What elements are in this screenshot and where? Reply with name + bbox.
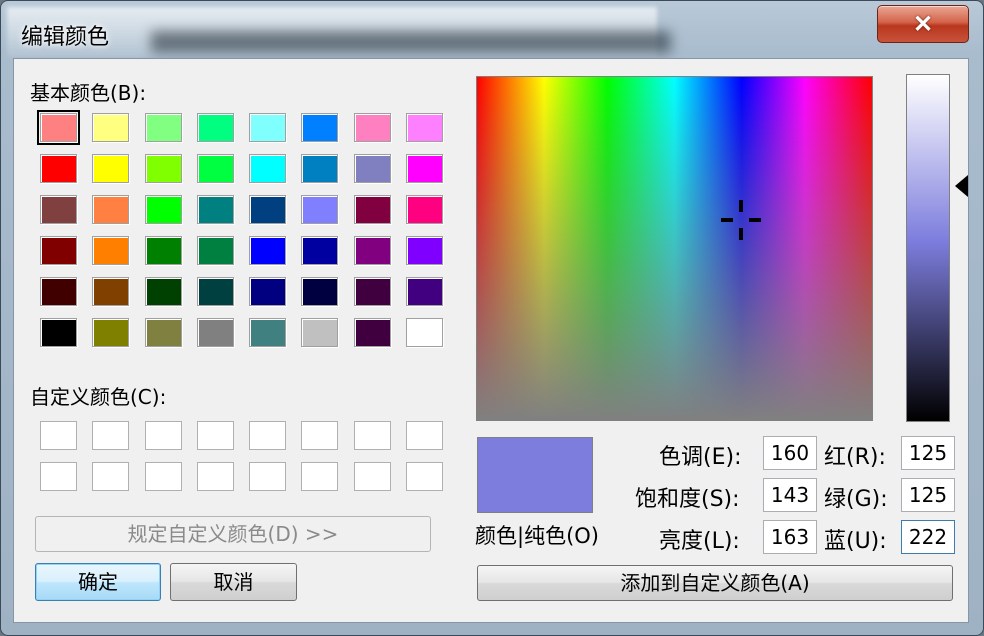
basic-color-swatch[interactable] xyxy=(40,195,77,224)
close-icon: ✕ xyxy=(912,11,934,38)
green-field[interactable]: 125 xyxy=(901,478,955,512)
custom-color-swatch[interactable] xyxy=(196,421,234,450)
basic-color-swatch[interactable] xyxy=(353,277,391,306)
basic-color-swatch[interactable] xyxy=(144,113,182,142)
basic-color-swatch[interactable] xyxy=(353,154,391,183)
basic-color-swatch[interactable] xyxy=(353,236,391,265)
custom-color-swatch[interactable] xyxy=(249,462,287,491)
basic-color-swatch[interactable] xyxy=(37,110,80,145)
add-to-custom-colors-button[interactable]: 添加到自定义颜色(A) xyxy=(477,565,953,601)
basic-color-swatch[interactable] xyxy=(92,318,130,347)
basic-color-swatch[interactable] xyxy=(301,154,339,183)
window-title: 编辑颜色 xyxy=(21,25,110,50)
basic-color-swatch[interactable] xyxy=(301,195,339,224)
basic-color-swatch[interactable] xyxy=(249,277,287,306)
basic-color-swatch[interactable] xyxy=(144,318,182,347)
custom-colors-grid xyxy=(37,417,447,498)
basic-color-swatch[interactable] xyxy=(353,318,391,347)
dialog-client-area: 基本颜色(B): 自定义颜色(C): 规定自定义颜色(D) >> 确定 取消 颜… xyxy=(13,58,969,623)
cancel-button[interactable]: 取消 xyxy=(170,563,297,601)
basic-color-swatch[interactable] xyxy=(406,113,444,142)
basic-color-swatch[interactable] xyxy=(40,277,77,306)
basic-color-swatch[interactable] xyxy=(144,154,182,183)
custom-color-swatch[interactable] xyxy=(249,421,287,450)
saturation-field[interactable]: 143 xyxy=(763,478,817,512)
hue-field[interactable]: 160 xyxy=(763,436,817,470)
basic-color-swatch[interactable] xyxy=(406,154,444,183)
custom-color-swatch[interactable] xyxy=(406,421,444,450)
edit-color-dialog: 编辑颜色 ✕ 基本颜色(B): 自定义颜色(C): 规定自定义颜色(D) >> … xyxy=(0,0,984,636)
basic-color-swatch[interactable] xyxy=(249,154,287,183)
luminance-slider[interactable] xyxy=(906,74,950,422)
custom-color-swatch[interactable] xyxy=(40,421,77,450)
basic-color-swatch[interactable] xyxy=(196,277,234,306)
red-label: 红(R): xyxy=(824,445,886,470)
luminance-field[interactable]: 163 xyxy=(763,520,817,554)
custom-color-swatch[interactable] xyxy=(144,421,182,450)
basic-color-swatch[interactable] xyxy=(40,154,77,183)
basic-color-swatch[interactable] xyxy=(249,113,287,142)
blue-field[interactable]: 222 xyxy=(901,520,955,554)
basic-color-swatch[interactable] xyxy=(353,113,391,142)
basic-color-swatch[interactable] xyxy=(406,277,444,306)
red-field[interactable]: 125 xyxy=(901,436,955,470)
luminance-label: 亮度(L): xyxy=(659,529,740,554)
basic-color-swatch[interactable] xyxy=(196,318,234,347)
custom-color-swatch[interactable] xyxy=(301,421,339,450)
color-preview xyxy=(477,437,593,513)
title-bar-background-blur xyxy=(151,31,671,53)
basic-color-swatch[interactable] xyxy=(92,113,130,142)
luminance-arrow-icon[interactable] xyxy=(955,175,968,197)
color-spectrum[interactable] xyxy=(476,76,873,421)
hue-label: 色调(E): xyxy=(659,445,742,470)
basic-color-swatch[interactable] xyxy=(406,318,444,347)
basic-color-swatch[interactable] xyxy=(40,236,77,265)
basic-color-swatch[interactable] xyxy=(196,195,234,224)
custom-color-swatch[interactable] xyxy=(196,462,234,491)
basic-color-swatch[interactable] xyxy=(301,236,339,265)
custom-colors-label: 自定义颜色(C): xyxy=(30,385,167,409)
custom-color-swatch[interactable] xyxy=(353,421,391,450)
saturation-label: 饱和度(S): xyxy=(635,487,740,512)
basic-color-swatch[interactable] xyxy=(301,113,339,142)
blue-label: 蓝(U): xyxy=(824,529,887,554)
basic-colors-label: 基本颜色(B): xyxy=(30,81,147,105)
basic-color-swatch[interactable] xyxy=(406,236,444,265)
basic-color-swatch[interactable] xyxy=(249,236,287,265)
basic-color-swatch[interactable] xyxy=(249,318,287,347)
basic-color-swatch[interactable] xyxy=(144,195,182,224)
basic-color-swatch[interactable] xyxy=(92,154,130,183)
basic-color-swatch[interactable] xyxy=(196,113,234,142)
basic-colors-grid xyxy=(37,109,447,354)
close-button[interactable]: ✕ xyxy=(877,5,969,43)
basic-color-swatch[interactable] xyxy=(92,195,130,224)
color-solid-label: 颜色|纯色(O) xyxy=(475,524,599,548)
basic-color-swatch[interactable] xyxy=(92,277,130,306)
crosshair-icon xyxy=(721,200,761,240)
custom-color-swatch[interactable] xyxy=(353,462,391,491)
basic-color-swatch[interactable] xyxy=(249,195,287,224)
basic-color-swatch[interactable] xyxy=(196,236,234,265)
basic-color-swatch[interactable] xyxy=(92,236,130,265)
define-custom-colors-button[interactable]: 规定自定义颜色(D) >> xyxy=(35,516,431,552)
custom-color-swatch[interactable] xyxy=(144,462,182,491)
custom-color-swatch[interactable] xyxy=(40,462,77,491)
basic-color-swatch[interactable] xyxy=(301,318,339,347)
basic-color-swatch[interactable] xyxy=(353,195,391,224)
green-label: 绿(G): xyxy=(824,487,888,512)
basic-color-swatch[interactable] xyxy=(144,236,182,265)
basic-color-swatch[interactable] xyxy=(144,277,182,306)
ok-button[interactable]: 确定 xyxy=(35,563,161,601)
custom-color-swatch[interactable] xyxy=(406,462,444,491)
custom-color-swatch[interactable] xyxy=(92,421,130,450)
basic-color-swatch[interactable] xyxy=(406,195,444,224)
basic-color-swatch[interactable] xyxy=(196,154,234,183)
basic-color-swatch[interactable] xyxy=(40,318,77,347)
basic-color-swatch[interactable] xyxy=(301,277,339,306)
custom-color-swatch[interactable] xyxy=(301,462,339,491)
custom-color-swatch[interactable] xyxy=(92,462,130,491)
